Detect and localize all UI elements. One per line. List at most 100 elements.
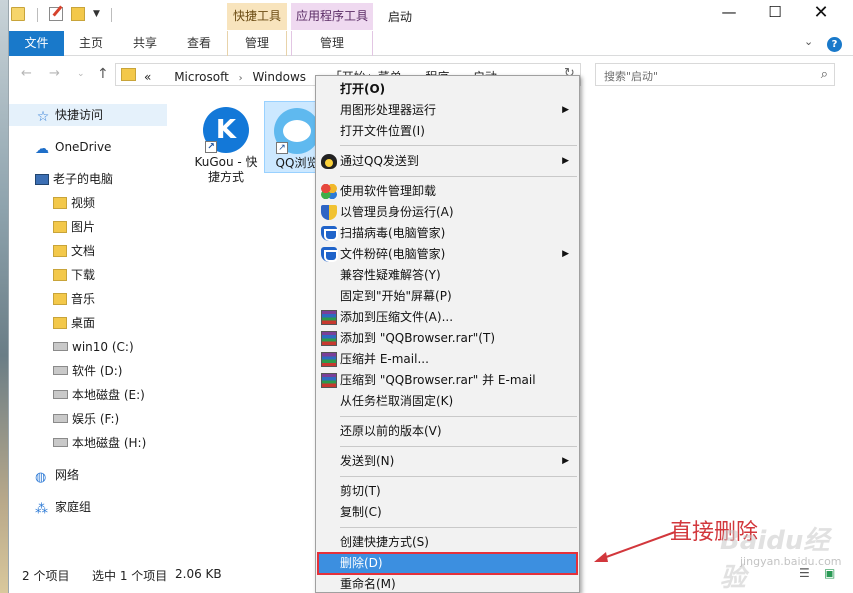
minimize-button[interactable]: — [706,0,752,27]
watermark-url: jingyan.baidu.com [740,555,842,568]
menu-item-file-shred[interactable]: 文件粉碎(电脑管家) ▶ [318,244,577,265]
menu-separator [340,145,577,146]
menu-item-compatibility[interactable]: 兼容性疑难解答(Y) [318,265,577,286]
recent-locations-icon[interactable]: ⌄ [77,69,85,79]
nav-item-videos[interactable]: 视频 [9,192,167,214]
nav-item-onedrive[interactable]: ☁ OneDrive [9,136,167,158]
tab-manage-application[interactable]: 管理 [291,31,373,56]
nav-item-drive-c[interactable]: win10 (C:) [9,336,167,358]
breadcrumb-windows[interactable]: Windows [252,70,306,84]
menu-item-add-to-archive[interactable]: 添加到压缩文件(A)... [318,307,577,328]
address-overflow[interactable]: « [144,70,151,84]
properties-icon[interactable] [49,7,63,21]
pc-manager-icon [321,226,338,241]
nav-item-documents[interactable]: 文档 [9,240,167,262]
nav-item-quick-access[interactable]: ☆ 快捷访问 [9,104,167,126]
video-folder-icon [53,197,67,209]
menu-item-restore-previous[interactable]: 还原以前的版本(V) [318,421,577,442]
breadcrumb-microsoft[interactable]: Microsoft [174,70,229,84]
drive-icon [53,342,68,351]
nav-item-drive-f[interactable]: 娱乐 (F:) [9,408,167,430]
nav-item-downloads[interactable]: 下载 [9,264,167,286]
ribbon-tabs: 文件 主页 共享 查看 管理 管理 ⌄ ? [9,31,853,56]
menu-separator [340,176,577,177]
menu-item-open[interactable]: 打开(O) [318,79,577,100]
nav-item-music[interactable]: 音乐 [9,288,167,310]
file-item-kugou[interactable]: K ↗ KuGou - 快捷方式 [193,101,259,191]
menu-item-open-file-location[interactable]: 打开文件位置(I) [318,121,577,142]
menu-item-send-to[interactable]: 发送到(N) ▶ [318,451,577,472]
nav-item-desktop[interactable]: 桌面 [9,312,167,334]
menu-item-run-as-admin[interactable]: 以管理员身份运行(A) [318,202,577,223]
drive-icon [53,366,68,375]
tab-manage-shortcut[interactable]: 管理 [227,31,287,56]
forward-arrow-icon[interactable]: → [49,66,60,81]
close-button[interactable]: ✕ [798,0,844,27]
tab-home[interactable]: 主页 [69,31,113,56]
context-tab-application-tools: 应用程序工具 [291,3,373,30]
shortcut-arrow-icon: ↗ [205,141,217,153]
folder-icon [11,7,25,21]
nav-item-pictures[interactable]: 图片 [9,216,167,238]
drive-icon [53,390,68,399]
winrar-icon [321,373,337,388]
menu-item-compress-rar-email[interactable]: 压缩到 "QQBrowser.rar" 并 E-mail [318,370,577,391]
expand-ribbon-icon[interactable]: ⌄ [804,35,813,48]
computer-icon [35,174,49,185]
documents-folder-icon [53,245,67,257]
pictures-folder-icon [53,221,67,233]
submenu-arrow-icon: ▶ [562,456,569,466]
status-item-count: 2 个项目 [22,569,70,583]
menu-item-copy[interactable]: 复制(C) [318,502,577,523]
menu-item-unpin-taskbar[interactable]: 从任务栏取消固定(K) [318,391,577,412]
nav-item-homegroup[interactable]: ⁂ 家庭组 [9,496,167,518]
menu-item-add-to-rar[interactable]: 添加到 "QQBrowser.rar"(T) [318,328,577,349]
title-bar: ▼ 快捷工具 应用程序工具 启动 — ☐ ✕ [9,0,853,32]
tab-share[interactable]: 共享 [123,31,167,56]
menu-item-cut[interactable]: 剪切(T) [318,481,577,502]
winrar-icon [321,331,337,346]
chevron-down-icon[interactable]: ▼ [93,9,100,19]
menu-item-compress-email[interactable]: 压缩并 E-mail... [318,349,577,370]
maximize-button[interactable]: ☐ [752,0,798,27]
menu-item-rename[interactable]: 重命名(M) [318,574,577,593]
menu-item-create-shortcut[interactable]: 创建快捷方式(S) [318,532,577,553]
help-icon[interactable]: ? [827,37,842,52]
menu-separator [340,527,577,528]
qq-browser-icon: ↗ [274,108,320,154]
menu-item-pin-to-start[interactable]: 固定到"开始"屏幕(P) [318,286,577,307]
menu-item-delete[interactable]: 删除(D) [317,552,578,575]
search-input[interactable]: 搜索"启动" ⌕ [595,63,835,86]
context-tab-shortcut-tools: 快捷工具 [227,3,287,30]
search-icon[interactable]: ⌕ [821,67,828,82]
tab-view[interactable]: 查看 [177,31,221,56]
menu-separator [340,446,577,447]
nav-item-drive-d[interactable]: 软件 (D:) [9,360,167,382]
status-size: 2.06 KB [175,567,222,581]
desktop-folder-icon [53,317,67,329]
back-arrow-icon[interactable]: ← [21,66,32,81]
kugou-icon: K ↗ [203,107,249,153]
menu-item-send-via-qq[interactable]: 通过QQ发送到 ▶ [318,151,577,172]
homegroup-icon: ⁂ [35,502,48,517]
separator [111,8,112,22]
nav-item-drive-h[interactable]: 本地磁盘 (H:) [9,432,167,454]
submenu-arrow-icon: ▶ [562,156,569,166]
nav-item-drive-e[interactable]: 本地磁盘 (E:) [9,384,167,406]
folder-icon [121,68,136,81]
menu-item-run-with-gpu[interactable]: 用图形处理器运行 ▶ [318,100,577,121]
nav-item-network[interactable]: ◍ 网络 [9,464,167,486]
menu-item-scan-virus[interactable]: 扫描病毒(电脑管家) [318,223,577,244]
menu-item-uninstall-software-manager[interactable]: 使用软件管理卸载 [318,181,577,202]
uac-shield-icon [321,205,337,220]
new-folder-icon[interactable] [71,7,85,21]
menu-separator [340,416,577,417]
tab-file[interactable]: 文件 [9,31,64,56]
navigation-pane: ☆ 快捷访问 ☁ OneDrive 老子的电脑 视频 图片 文档 下载 音乐 桌面 … [9,93,179,553]
software-manager-icon [321,184,337,199]
star-icon: ☆ [36,109,50,125]
music-folder-icon [53,293,67,305]
up-arrow-icon[interactable]: ↑ [97,66,109,82]
nav-item-this-pc[interactable]: 老子的电脑 [9,168,167,190]
drive-icon [53,414,68,423]
